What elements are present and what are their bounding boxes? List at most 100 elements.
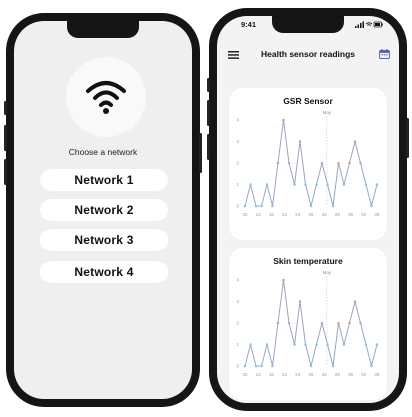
data-point[interactable] <box>326 343 329 346</box>
data-point[interactable] <box>375 343 379 346</box>
data-point[interactable] <box>287 321 291 325</box>
x-tick-label: 24 <box>295 212 301 217</box>
data-point[interactable] <box>265 343 269 346</box>
data-point[interactable] <box>298 140 302 143</box>
gsr-chart-card: GSR Sensor 4 3 2 1 0 02 12 16 21 24 25 26 28 30 02 05 Ma… <box>229 88 387 240</box>
network-1-button[interactable]: Network 1 <box>40 169 168 191</box>
skin-temperature-line-chart: 4321002 12 16 21 24 25 26 28 30 02 05May <box>236 270 380 377</box>
data-point[interactable] <box>243 204 247 208</box>
signal-icon <box>355 21 364 28</box>
data-point[interactable] <box>271 364 274 368</box>
status-icons <box>355 21 383 28</box>
data-point[interactable] <box>331 364 335 368</box>
network-3-button[interactable]: Network 3 <box>40 229 168 251</box>
data-point[interactable] <box>271 204 274 208</box>
y-tick-label: 2 <box>236 161 239 166</box>
x-tick-label: 02 <box>361 372 367 377</box>
volume-up-button <box>4 125 7 151</box>
network-screen: Choose a network Network 1 Network 2 Net… <box>14 21 192 399</box>
data-point[interactable] <box>370 204 373 208</box>
network-4-button[interactable]: Network 4 <box>40 261 168 283</box>
data-point[interactable] <box>282 278 285 282</box>
data-point[interactable] <box>260 364 263 368</box>
data-point[interactable] <box>342 343 346 346</box>
data-point[interactable] <box>320 321 324 325</box>
x-tick-label: 21 <box>282 212 288 217</box>
data-point[interactable] <box>276 161 280 165</box>
phone-left: Choose a network Network 1 Network 2 Net… <box>4 13 202 407</box>
data-point[interactable] <box>287 161 291 165</box>
data-point[interactable] <box>304 183 307 186</box>
data-point[interactable] <box>293 183 296 186</box>
data-point[interactable] <box>254 364 258 368</box>
x-tick-label: 25 <box>308 212 314 217</box>
x-tick-label: 30 <box>348 212 354 217</box>
power-button <box>406 118 409 158</box>
data-point[interactable] <box>260 204 263 208</box>
data-point[interactable] <box>337 321 340 325</box>
y-tick-label: 4 <box>236 118 239 123</box>
data-point[interactable] <box>348 161 351 165</box>
data-point[interactable] <box>293 343 296 346</box>
data-point[interactable] <box>320 161 324 165</box>
data-point[interactable] <box>309 364 313 368</box>
x-tick-label: 12 <box>256 212 262 217</box>
data-point[interactable] <box>364 183 368 186</box>
x-tick-label: 25 <box>308 372 314 377</box>
data-point[interactable] <box>375 183 379 186</box>
x-tick-label: 16 <box>269 372 275 377</box>
data-point[interactable] <box>304 343 307 346</box>
data-point[interactable] <box>315 183 318 186</box>
gsr-line-chart: 4321002 12 16 21 24 25 26 28 30 02 05May <box>236 110 380 217</box>
x-tick-label: 26 <box>322 372 328 377</box>
data-point[interactable] <box>337 161 340 165</box>
month-label: May <box>323 270 332 275</box>
data-point[interactable] <box>370 364 373 368</box>
data-point[interactable] <box>353 300 357 303</box>
data-point[interactable] <box>282 118 285 122</box>
data-point[interactable] <box>353 140 357 143</box>
mute-switch <box>4 101 7 115</box>
x-tick-label: 02 <box>242 212 248 217</box>
data-point[interactable] <box>359 321 362 325</box>
data-point[interactable] <box>348 321 351 325</box>
x-tick-label: 30 <box>348 372 354 377</box>
notch <box>272 16 344 33</box>
network-2-button[interactable]: Network 2 <box>40 199 168 221</box>
data-point[interactable] <box>309 204 313 208</box>
volume-down-button <box>207 134 210 160</box>
phone-right: 9:41 Health sensor readings GSR Sensor 4… <box>207 8 409 411</box>
mute-switch <box>207 78 210 92</box>
calendar-icon[interactable] <box>379 49 390 59</box>
data-point[interactable] <box>254 204 258 208</box>
skin-temp-chart-card: Skin temperature 4 3 2 1 0 02 12 16 21 24 25 26 28 30… <box>229 248 387 400</box>
x-tick-label: 16 <box>269 212 275 217</box>
x-tick-label: 05 <box>374 212 380 217</box>
data-point[interactable] <box>249 183 252 186</box>
month-label: May <box>323 110 332 115</box>
data-point[interactable] <box>249 343 252 346</box>
data-point[interactable] <box>315 343 318 346</box>
data-point[interactable] <box>298 300 302 303</box>
notch <box>67 21 139 38</box>
wifi-badge <box>66 57 146 137</box>
x-tick-label: 21 <box>282 372 288 377</box>
data-point[interactable] <box>364 343 368 346</box>
series-line <box>244 279 378 367</box>
status-time: 9:41 <box>241 20 257 29</box>
data-point[interactable] <box>276 321 280 325</box>
data-point[interactable] <box>265 183 269 186</box>
x-tick-label: 12 <box>256 372 262 377</box>
data-point[interactable] <box>331 204 335 208</box>
data-point[interactable] <box>326 183 329 186</box>
y-tick-label: 1 <box>236 342 239 347</box>
data-point[interactable] <box>359 161 362 165</box>
data-point[interactable] <box>342 183 346 186</box>
y-tick-label: 0 <box>236 364 239 369</box>
page-title: Health sensor readings <box>260 49 355 59</box>
sensor-screen: 9:41 Health sensor readings GSR Sensor 4… <box>217 16 399 403</box>
power-button <box>199 133 202 173</box>
battery-icon <box>373 21 383 28</box>
y-tick-label: 3 <box>236 299 239 304</box>
data-point[interactable] <box>243 364 247 368</box>
